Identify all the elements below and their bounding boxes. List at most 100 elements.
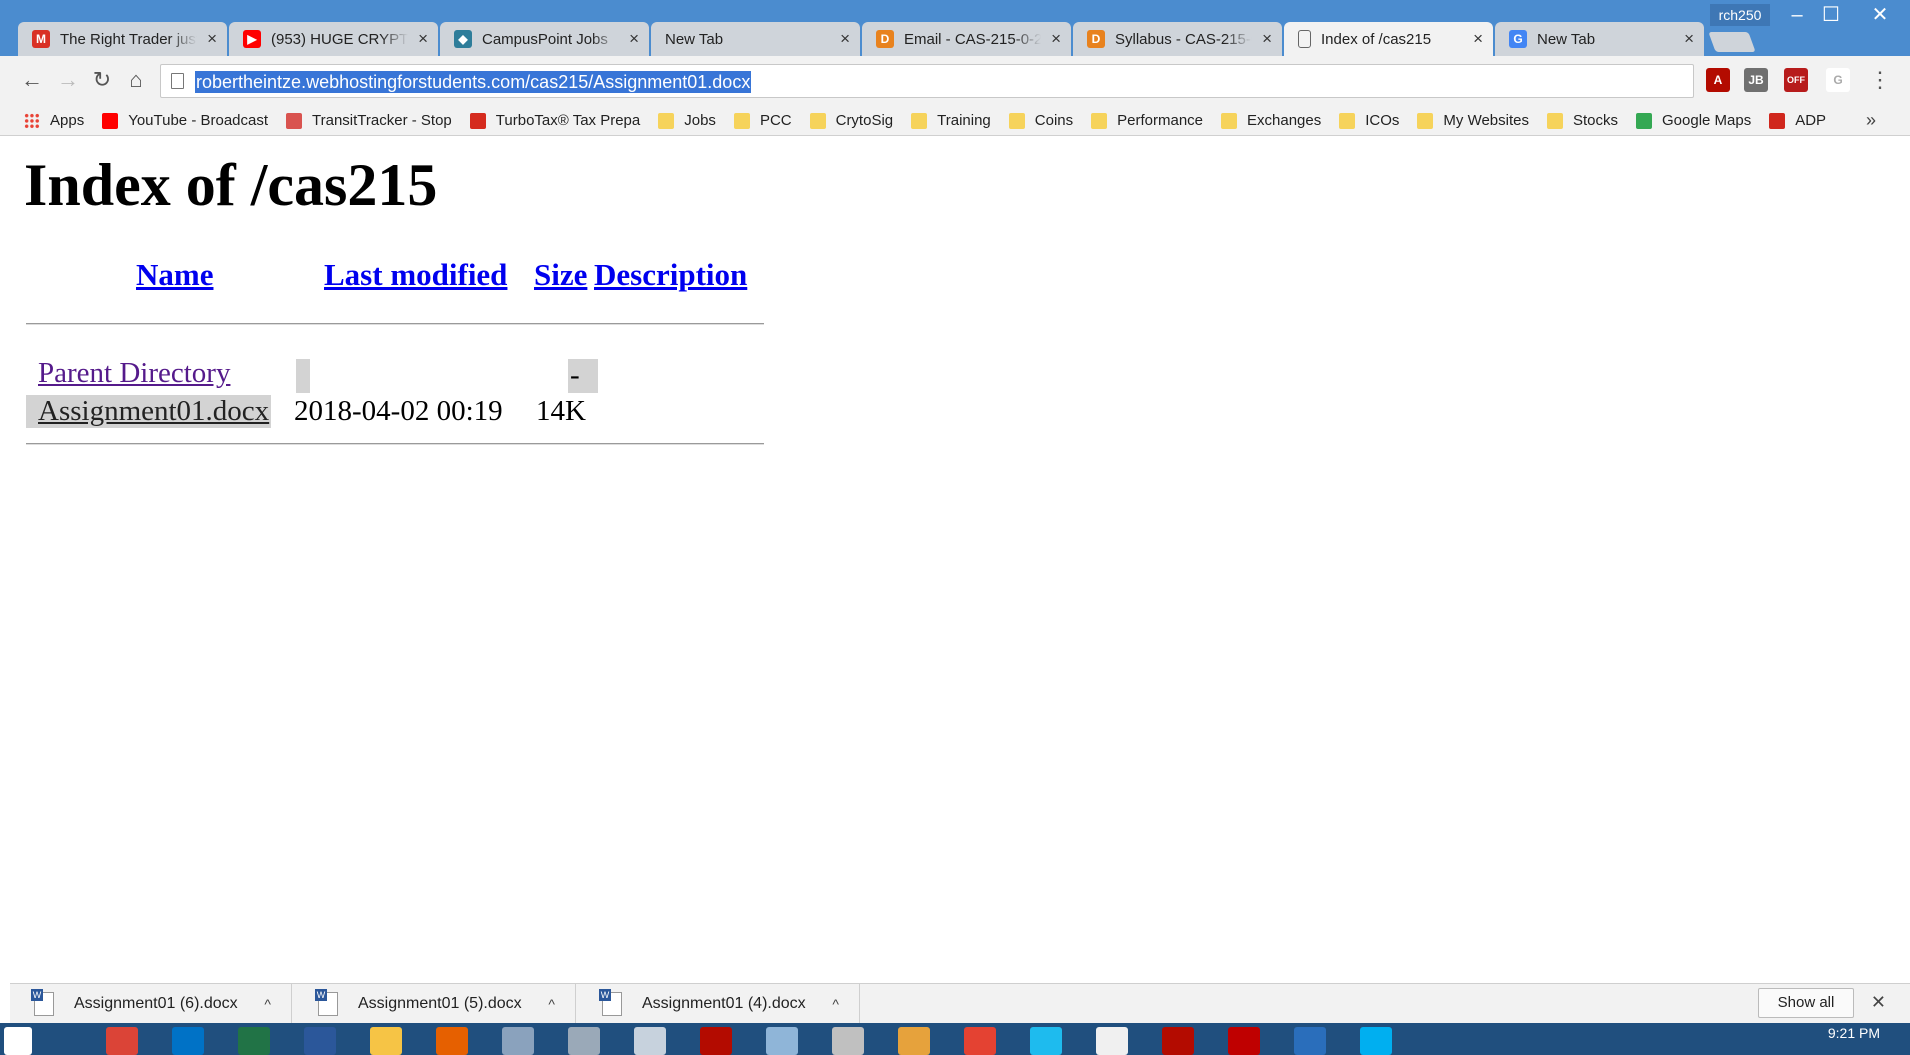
bookmark-item[interactable]: TurboTax® Tax Prepa xyxy=(469,112,640,129)
address-url[interactable]: robertheintze.webhostingforstudents.com/… xyxy=(195,71,752,93)
browser-tab[interactable]: Index of /cas215 × xyxy=(1284,22,1493,56)
browser-tab[interactable]: New Tab × xyxy=(651,22,860,56)
notepad-icon[interactable] xyxy=(766,1027,798,1055)
minimize-button[interactable]: – xyxy=(1780,0,1814,30)
youtube-icon: ▶ xyxy=(243,30,261,48)
tab-close-icon[interactable]: × xyxy=(1262,29,1272,49)
browser-tab[interactable]: D Syllabus - CAS-215-0 × xyxy=(1073,22,1282,56)
download-item[interactable]: Assignment01 (4).docx ^ xyxy=(578,984,860,1024)
bookmark-label: TransitTracker - Stop xyxy=(312,112,452,129)
column-header-last-modified[interactable]: Last modified xyxy=(324,257,507,293)
desire2learn-icon: D xyxy=(1087,30,1105,48)
bookmark-item[interactable]: CrytoSig xyxy=(809,112,893,129)
show-all-downloads-button[interactable]: Show all xyxy=(1758,988,1854,1018)
bookmarks-bar: Apps YouTube - Broadcast TransitTracker - … xyxy=(0,106,1910,136)
folder-icon xyxy=(1339,112,1356,129)
tab-close-icon[interactable]: × xyxy=(629,29,639,49)
excel-icon[interactable] xyxy=(238,1027,270,1055)
tab-close-icon[interactable]: × xyxy=(207,29,217,49)
tab-close-icon[interactable]: × xyxy=(418,29,428,49)
parent-directory-link[interactable]: Parent Directory xyxy=(38,357,230,390)
youtube-icon xyxy=(102,112,119,129)
bookmark-item[interactable]: Exchanges xyxy=(1221,112,1321,129)
filezilla-icon[interactable] xyxy=(1228,1027,1260,1055)
calculator-icon[interactable] xyxy=(568,1027,600,1055)
word-document-icon xyxy=(599,989,622,1016)
column-header-description[interactable]: Description xyxy=(594,257,747,293)
blank-document-icon[interactable] xyxy=(1096,1027,1128,1055)
tab-title: New Tab xyxy=(665,30,724,48)
bookmark-item[interactable]: Performance xyxy=(1091,112,1203,129)
bookmark-item[interactable]: PCC xyxy=(733,112,792,129)
browser-tab[interactable]: M The Right Trader just × xyxy=(18,22,227,56)
tab-close-icon[interactable]: × xyxy=(1051,29,1061,49)
browser-tab[interactable]: D Email - CAS-215-0-2 × xyxy=(862,22,1071,56)
header-divider xyxy=(26,323,764,325)
app-h-icon[interactable] xyxy=(1294,1027,1326,1055)
bookmark-item[interactable]: TransitTracker - Stop xyxy=(286,112,452,129)
row-size: - xyxy=(568,359,598,393)
tab-close-icon[interactable]: × xyxy=(1473,29,1483,49)
chevron-up-icon[interactable]: ^ xyxy=(264,996,271,1012)
chevron-up-icon[interactable]: ^ xyxy=(832,996,839,1012)
resource-monitor-icon[interactable] xyxy=(502,1027,534,1055)
forward-button[interactable]: → xyxy=(54,66,82,94)
grammarly-icon[interactable]: G xyxy=(1826,68,1850,92)
tab-close-icon[interactable]: × xyxy=(840,29,850,49)
tab-close-icon[interactable]: × xyxy=(1684,29,1694,49)
bookmark-item[interactable]: Apps xyxy=(24,112,84,129)
internet-explorer-icon[interactable] xyxy=(1030,1027,1062,1055)
outlook-icon[interactable] xyxy=(172,1027,204,1055)
taskbar-clock[interactable]: 9:21 PM xyxy=(1828,1025,1880,1041)
firefox-icon[interactable] xyxy=(436,1027,468,1055)
todoist-icon[interactable] xyxy=(964,1027,996,1055)
satellite-icon[interactable] xyxy=(832,1027,864,1055)
bookmark-item[interactable]: Stocks xyxy=(1546,112,1618,129)
snipping-tool-icon[interactable] xyxy=(634,1027,666,1055)
assignment01-link[interactable]: Assignment01.docx xyxy=(26,395,272,428)
reload-button[interactable]: ↻ xyxy=(88,66,116,94)
back-button[interactable]: ← xyxy=(18,66,46,94)
bookmark-item[interactable]: Coins xyxy=(1008,112,1073,129)
bookmark-item[interactable]: Jobs xyxy=(658,112,716,129)
download-item[interactable]: Assignment01 (5).docx ^ xyxy=(294,984,576,1024)
bookmark-item[interactable]: ICOs xyxy=(1339,112,1399,129)
home-button[interactable]: ⌂ xyxy=(122,66,150,94)
bookmark-item[interactable]: Google Maps xyxy=(1636,112,1751,129)
jb-extension-icon[interactable]: JB xyxy=(1744,68,1768,92)
close-shelf-button[interactable]: ✕ xyxy=(1871,992,1886,1013)
browser-tab[interactable]: ▶ (953) HUGE CRYPTO × xyxy=(229,22,438,56)
new-tab-button[interactable] xyxy=(1708,32,1756,52)
browser-tab[interactable]: ◆ CampusPoint Jobs × xyxy=(440,22,649,56)
skype-icon[interactable] xyxy=(1360,1027,1392,1055)
address-bar[interactable]: robertheintze.webhostingforstudents.com/… xyxy=(160,64,1694,98)
browser-tab[interactable]: G New Tab × xyxy=(1495,22,1704,56)
column-header-name[interactable]: Name xyxy=(136,257,213,293)
file-explorer-icon[interactable] xyxy=(370,1027,402,1055)
chrome-menu-icon[interactable]: ⋮ xyxy=(1866,66,1894,94)
download-filename: Assignment01 (4).docx xyxy=(642,995,806,1012)
bookmark-item[interactable]: YouTube - Broadcast xyxy=(102,112,268,129)
profile-button[interactable]: rch250 xyxy=(1710,4,1770,26)
download-item[interactable]: Assignment01 (6).docx ^ xyxy=(10,984,292,1024)
chevron-up-icon[interactable]: ^ xyxy=(548,996,555,1012)
paint-icon[interactable] xyxy=(898,1027,930,1055)
bookmark-item[interactable]: My Websites xyxy=(1417,112,1529,129)
acrobat-extension-icon[interactable]: A xyxy=(1706,68,1730,92)
bookmark-item[interactable]: Training xyxy=(911,112,991,129)
bookmark-item[interactable]: ADP xyxy=(1769,112,1826,129)
word-document-icon xyxy=(31,989,54,1016)
desire2learn-icon: D xyxy=(876,30,894,48)
windows-start-icon[interactable] xyxy=(4,1027,32,1055)
folder-icon xyxy=(1546,112,1563,129)
chrome-icon[interactable] xyxy=(106,1027,138,1055)
word-icon[interactable] xyxy=(304,1027,336,1055)
column-header-size[interactable]: Size xyxy=(534,257,587,293)
close-window-button[interactable]: ✕ xyxy=(1850,0,1910,30)
page-content: Index of /cas215 Name Last modified Size… xyxy=(10,137,1910,983)
adblock-off-icon[interactable]: OFF xyxy=(1784,68,1808,92)
maximize-button[interactable]: ☐ xyxy=(1814,0,1848,30)
more-bookmarks-button[interactable]: » xyxy=(1866,110,1876,131)
acrobat-reader-icon[interactable] xyxy=(1162,1027,1194,1055)
acrobat-icon[interactable] xyxy=(700,1027,732,1055)
